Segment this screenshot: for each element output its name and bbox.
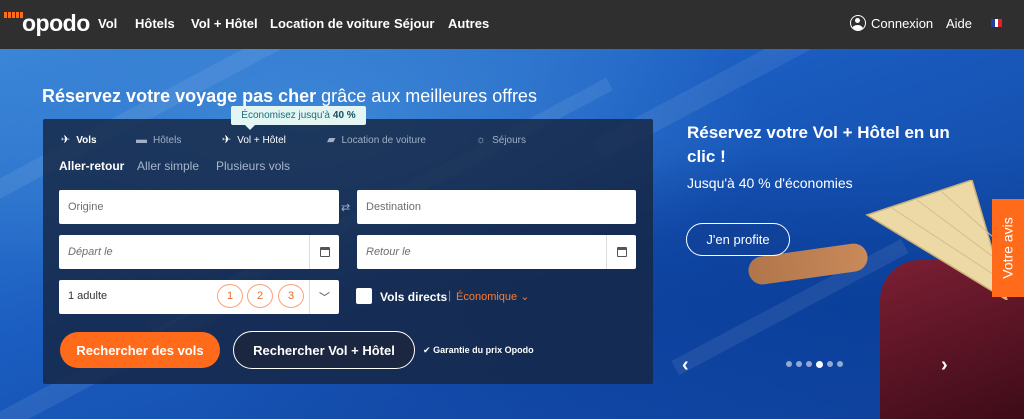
tab-vol-hotel[interactable]: ✈ Vol + Hôtel — [222, 134, 286, 146]
tab-vols[interactable]: ✈ Vols — [61, 134, 97, 146]
chevron-down-icon: ⌄ — [520, 291, 530, 303]
checkmark-icon: ✔ — [423, 345, 431, 355]
carousel-dot[interactable] — [837, 361, 843, 367]
pax-option-2[interactable]: 2 — [247, 284, 273, 308]
passengers-value: 1 adulte — [68, 290, 108, 302]
french-flag-icon[interactable] — [991, 19, 1003, 27]
cabin-class-select[interactable]: Économique ⌄ — [456, 290, 529, 303]
origin-input[interactable]: Origine — [59, 190, 339, 224]
plane-bed-icon: ✈ — [222, 133, 232, 146]
help-link[interactable]: Aide — [946, 16, 972, 31]
calendar-icon[interactable] — [606, 235, 636, 269]
carousel-dot[interactable] — [786, 361, 792, 367]
carousel-dot[interactable] — [816, 360, 823, 368]
return-date-input[interactable]: Retour le — [357, 235, 636, 269]
logo-dots-icon — [4, 12, 24, 18]
carousel-prev-icon[interactable]: ‹ — [682, 354, 689, 377]
tab-hotels[interactable]: ▬ Hôtels — [136, 134, 181, 146]
search-flights-button[interactable]: Rechercher des vols — [60, 332, 220, 368]
nav-vol[interactable]: Vol — [98, 16, 117, 31]
hero-headline: Réservez votre voyage pas cher grâce aux… — [42, 86, 537, 106]
top-nav: opodo Vol Hôtels Vol + Hôtel Location de… — [0, 0, 1024, 49]
search-package-button[interactable]: Rechercher Vol + Hôtel — [233, 331, 415, 369]
carousel-dots — [786, 360, 843, 368]
calendar-icon[interactable] — [309, 235, 339, 269]
pax-option-1[interactable]: 1 — [217, 284, 243, 308]
carousel-next-icon[interactable]: › — [941, 354, 948, 377]
chevron-down-icon[interactable]: ﹀ — [309, 280, 339, 314]
sun-icon: ☼ — [476, 133, 487, 146]
nav-location-voiture[interactable]: Location de voiture — [270, 16, 390, 31]
promo-cta-button[interactable]: J'en profite — [686, 223, 790, 256]
carousel-dot[interactable] — [796, 361, 802, 367]
direct-flights-label: Vols directs — [380, 290, 448, 304]
pax-option-3[interactable]: 3 — [278, 284, 304, 308]
trip-aller-retour[interactable]: Aller-retour — [59, 159, 124, 173]
plane-icon: ✈ — [61, 133, 71, 146]
promo-subtitle: Jusqu'à 40 % d'économies — [687, 175, 853, 191]
nav-hotels[interactable]: Hôtels — [135, 16, 175, 31]
divider: | — [448, 288, 452, 302]
login-label: Connexion — [871, 15, 934, 31]
price-guarantee[interactable]: ✔ Garantie du prix Opodo — [423, 345, 534, 356]
nav-sejour[interactable]: Séjour — [394, 16, 434, 31]
user-icon — [850, 15, 866, 31]
carousel-dot[interactable] — [827, 361, 833, 367]
destination-input[interactable]: Destination — [357, 190, 636, 224]
trip-plusieurs-vols[interactable]: Plusieurs vols — [216, 159, 290, 173]
bed-icon: ▬ — [136, 133, 147, 146]
direct-flights-checkbox[interactable] — [356, 288, 372, 304]
car-icon: ▰ — [327, 133, 336, 146]
nav-vol-hotel[interactable]: Vol + Hôtel — [191, 16, 258, 31]
swap-icon[interactable]: ⇄ — [341, 201, 350, 214]
feedback-tab[interactable]: Votre avis — [992, 199, 1024, 297]
savings-tooltip: Économisez jusqu'à 40 % — [231, 106, 366, 130]
tab-location-voiture[interactable]: ▰ Location de voiture — [327, 134, 426, 146]
login-link[interactable]: Connexion — [850, 13, 933, 33]
promo-title: Réservez votre Vol + Hôtel en un clic ! — [687, 123, 950, 166]
nav-autres[interactable]: Autres — [448, 16, 489, 31]
conical-hat-image — [865, 180, 1008, 300]
tab-sejours[interactable]: ☼ Séjours — [476, 134, 526, 146]
depart-date-input[interactable]: Départ le — [59, 235, 339, 269]
carousel-dot[interactable] — [806, 361, 812, 367]
trip-aller-simple[interactable]: Aller simple — [137, 159, 199, 173]
